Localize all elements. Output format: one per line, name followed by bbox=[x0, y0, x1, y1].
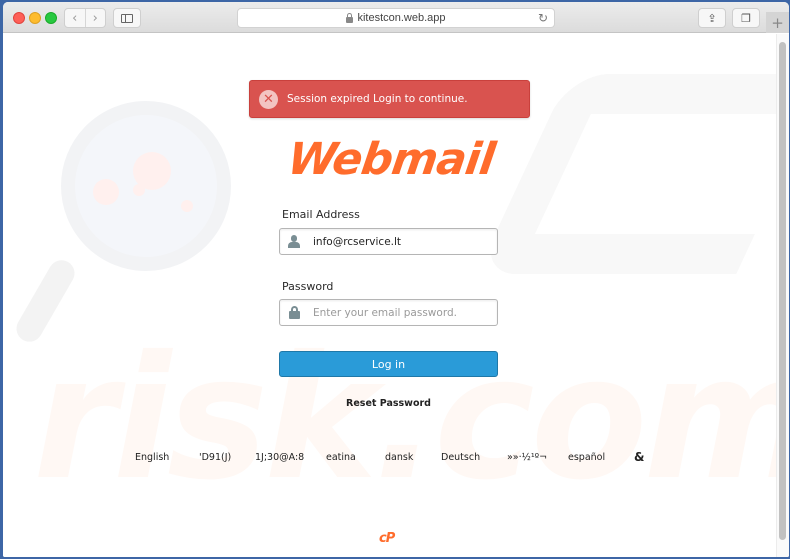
minimize-window-button[interactable] bbox=[29, 12, 41, 24]
close-window-button[interactable] bbox=[13, 12, 25, 24]
password-input[interactable] bbox=[313, 306, 483, 319]
share-button[interactable]: ⇪ bbox=[698, 8, 726, 28]
language-link[interactable]: »»·½¹º¬ bbox=[507, 452, 547, 463]
browser-toolbar: ‹ › kitestcon.web.app ↻ ⇪ ❐ + bbox=[3, 2, 789, 33]
sidebar-icon bbox=[121, 13, 133, 23]
sidebar-toggle-button[interactable] bbox=[113, 8, 141, 28]
email-input[interactable] bbox=[313, 235, 483, 248]
alert-message: Session expired Login to continue. bbox=[287, 93, 468, 105]
reset-password-link[interactable]: Reset Password bbox=[279, 398, 498, 409]
webmail-logo: Webmail bbox=[284, 134, 498, 185]
email-label: Email Address bbox=[282, 208, 360, 221]
watermark-dot bbox=[93, 179, 119, 205]
language-link[interactable]: Deutsch bbox=[441, 452, 480, 463]
cpanel-logo: cP bbox=[379, 531, 395, 546]
language-link[interactable]: 1J;30@A:8 bbox=[255, 452, 304, 463]
language-link[interactable]: español bbox=[568, 452, 605, 463]
lock-icon bbox=[346, 12, 354, 23]
page-content: risk.com ✕ Session expired Login to cont… bbox=[3, 34, 789, 557]
language-link[interactable]: & bbox=[634, 450, 644, 464]
browser-window: ‹ › kitestcon.web.app ↻ ⇪ ❐ + risk.com ✕… bbox=[3, 2, 789, 557]
watermark-dot bbox=[181, 200, 193, 212]
user-icon bbox=[288, 235, 300, 248]
password-label: Password bbox=[282, 280, 334, 293]
error-x-icon: ✕ bbox=[259, 89, 278, 109]
language-link[interactable]: dansk bbox=[385, 452, 413, 463]
forward-button[interactable]: › bbox=[84, 9, 106, 27]
plus-icon: + bbox=[771, 13, 784, 32]
back-button[interactable]: ‹ bbox=[65, 9, 85, 27]
scrollbar-thumb[interactable] bbox=[779, 42, 786, 540]
reload-icon[interactable]: ↻ bbox=[538, 11, 548, 25]
scrollbar-track[interactable] bbox=[776, 34, 789, 557]
chevron-left-icon: ‹ bbox=[72, 10, 78, 26]
language-link[interactable]: eatina bbox=[326, 452, 356, 463]
tabs-icon: ❐ bbox=[741, 11, 751, 25]
email-field[interactable] bbox=[279, 228, 498, 255]
watermark-dot bbox=[133, 184, 145, 196]
chevron-right-icon: › bbox=[92, 10, 98, 26]
language-link[interactable]: English bbox=[135, 452, 169, 463]
share-icon: ⇪ bbox=[707, 11, 717, 25]
login-button[interactable]: Log in bbox=[279, 351, 498, 377]
url-text: kitestcon.web.app bbox=[357, 12, 446, 24]
session-expired-alert: ✕ Session expired Login to continue. bbox=[249, 80, 530, 118]
zoom-window-button[interactable] bbox=[45, 12, 57, 24]
address-bar[interactable]: kitestcon.web.app ↻ bbox=[237, 8, 555, 28]
lock-icon bbox=[288, 306, 300, 319]
language-link[interactable]: 'D91(J) bbox=[199, 452, 231, 463]
tab-overview-button[interactable]: ❐ bbox=[732, 8, 760, 28]
new-tab-button[interactable]: + bbox=[766, 12, 789, 33]
password-field[interactable] bbox=[279, 299, 498, 326]
nav-buttons: ‹ › bbox=[64, 8, 106, 28]
